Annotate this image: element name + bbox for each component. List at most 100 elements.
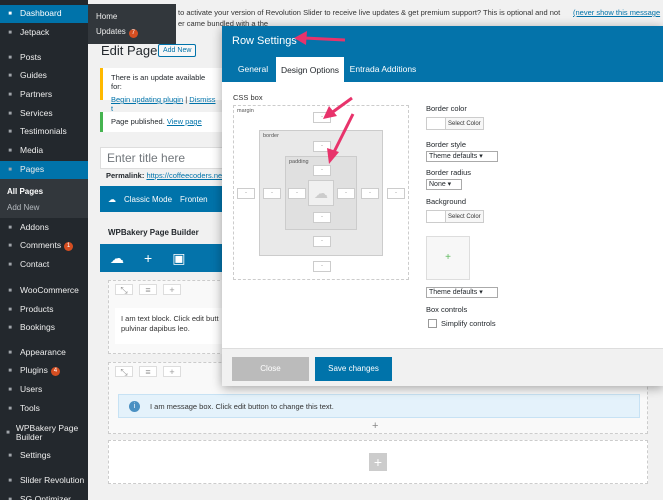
sidebar-item-woocommerce[interactable]: ■ WooCommerce [0, 282, 88, 300]
sidebar-item-plugins[interactable]: ■ Plugins 4 [0, 362, 88, 380]
sidebar-item-users[interactable]: ■ Users [0, 381, 88, 399]
add-column-icon[interactable]: + [163, 284, 181, 295]
view-page-link[interactable]: View page [167, 117, 202, 126]
tab-entrada-additions[interactable]: Entrada Additions [347, 55, 419, 82]
sidebar-item-label: Contact [20, 259, 50, 270]
row-two-controls: ⤡ ≡ + [115, 366, 181, 377]
guides-icon: ■ [8, 73, 12, 79]
submenu-all-pages[interactable]: All Pages [0, 184, 88, 198]
submenu-add-new[interactable]: Add New [0, 200, 88, 214]
sidebar-item-contact[interactable]: ■ Contact [0, 256, 88, 274]
sidebar-item-jetpack[interactable]: ■ Jetpack [0, 24, 88, 42]
testimonials-icon: ■ [8, 129, 12, 135]
sidebar-item-label: Partners [20, 89, 53, 100]
sidebar-item-comments[interactable]: ■ Comments 1 [0, 237, 88, 255]
background-color-picker[interactable]: Select Color [426, 210, 484, 223]
flyout-updates[interactable]: Updates 7 [96, 27, 138, 38]
background-image-add-icon[interactable]: + [426, 236, 470, 280]
message-box[interactable]: i I am message box. Click edit button to… [118, 394, 640, 418]
border-radius-select[interactable]: None ▾ [426, 179, 462, 190]
add-column-icon[interactable]: + [163, 366, 181, 377]
sidebar-item-dashboard[interactable]: ■ Dashboard [0, 5, 88, 23]
sidebar-item-pages[interactable]: ■ Pages [0, 161, 88, 179]
margin-left-input[interactable]: - [237, 188, 255, 199]
sidebar-item-services[interactable]: ■ Services [0, 105, 88, 123]
add-new-button[interactable]: Add New [158, 44, 197, 57]
sidebar-item-label: WooCommerce [20, 285, 79, 296]
published-notice: Page published. View page [100, 112, 225, 132]
border-left-input[interactable]: - [263, 188, 281, 199]
close-button[interactable]: Close [232, 357, 309, 381]
sidebar-item-addons[interactable]: ■ Addons [0, 219, 88, 237]
drag-handle-icon[interactable]: ≡ [139, 284, 157, 295]
padding-right-input[interactable]: - [337, 188, 355, 199]
background-label: Background [426, 197, 467, 206]
sidebar-item-posts[interactable]: ■ Posts [0, 49, 88, 67]
margin-right-input[interactable]: - [387, 188, 405, 199]
services-icon: ■ [8, 111, 12, 117]
frontend-button[interactable]: Fronten [180, 195, 208, 204]
add-row-button[interactable]: + [369, 453, 387, 471]
permalink-url[interactable]: https://coffeecoders.net [146, 171, 224, 180]
flyout-home[interactable]: Home [96, 12, 117, 21]
wpbakery-icon: ☁ [108, 194, 116, 204]
sidebar-item-label: Tools [20, 403, 40, 414]
pin-icon: ■ [8, 55, 12, 61]
sidebar-item-wpbakery-page-builder[interactable]: ■ WPBakery Page Builder [0, 419, 88, 447]
padding-left-input[interactable]: - [288, 188, 306, 199]
sidebar-item-products[interactable]: ■ Products [0, 301, 88, 319]
background-style-select[interactable]: Theme defaults ▾ [426, 287, 498, 298]
plugin-icon: ■ [8, 368, 12, 374]
move-icon[interactable]: ⤡ [115, 284, 133, 295]
begin-update-link[interactable]: Begin updating plugin [111, 95, 183, 104]
sidebar-item-label: Settings [20, 450, 51, 461]
border-right-input[interactable]: - [361, 188, 379, 199]
sidebar-item-media[interactable]: ■ Media [0, 142, 88, 160]
modal-footer: Close Save changes [222, 348, 663, 386]
sidebar-item-label: Addons [20, 222, 49, 233]
border-bottom-input[interactable]: - [313, 236, 331, 247]
border-color-label: Border color [426, 104, 467, 113]
simplify-controls-label: Simplify controls [441, 319, 496, 328]
sidebar-item-partners[interactable]: ■ Partners [0, 86, 88, 104]
dismiss-link[interactable]: (never show this message [573, 8, 660, 17]
sidebar-item-label: Pages [20, 164, 45, 175]
sidebar-item-settings[interactable]: ■ Settings [0, 447, 88, 465]
wpbakery-logo-icon[interactable]: ☁ [110, 250, 124, 267]
sidebar-item-sg-optimizer[interactable]: ■ SG Optimizer [0, 491, 88, 500]
title-input[interactable]: Enter title here [100, 147, 225, 169]
users-icon: ■ [8, 387, 12, 393]
row-controls: ⤡ ≡ + [115, 284, 181, 295]
border-style-select[interactable]: Theme defaults ▾ [426, 151, 498, 162]
move-icon[interactable]: ⤡ [115, 366, 133, 377]
sidebar-item-appearance[interactable]: ■ Appearance [0, 344, 88, 362]
modal-tabs: General Design Options Entrada Additions [222, 55, 663, 82]
sidebar-item-slider-revolution[interactable]: ■ Slider Revolution [0, 472, 88, 490]
pages-icon: ■ [8, 167, 12, 173]
sidebar-item-tools[interactable]: ■ Tools [0, 400, 88, 418]
sidebar-item-label: Services [20, 108, 53, 119]
box-controls-label: Box controls [426, 305, 468, 314]
drag-handle-icon[interactable]: ≡ [139, 366, 157, 377]
border-color-picker[interactable]: Select Color [426, 117, 484, 130]
save-changes-button[interactable]: Save changes [315, 357, 392, 381]
tab-design-options[interactable]: Design Options [276, 55, 344, 82]
add-element-icon[interactable]: + [144, 250, 152, 266]
sidebar-item-label: Plugins [20, 365, 48, 376]
simplify-controls-checkbox[interactable] [428, 319, 437, 328]
border-radius-label: Border radius [426, 168, 472, 177]
sidebar-item-bookings[interactable]: ■ Bookings [0, 319, 88, 337]
classic-mode-button[interactable]: Classic Mode [124, 195, 172, 204]
modal-title: Row Settings [222, 26, 663, 55]
media-icon: ■ [8, 148, 12, 154]
tab-general[interactable]: General [232, 55, 274, 82]
add-element-plus-icon[interactable]: + [372, 420, 378, 432]
padding-bottom-input[interactable]: - [313, 212, 331, 223]
template-icon[interactable]: ▣ [172, 250, 185, 267]
sidebar-item-testimonials[interactable]: ■ Testimonials [0, 123, 88, 141]
text-block[interactable]: I am text block. Click edit butt pulvina… [115, 308, 225, 344]
margin-bottom-input[interactable]: - [313, 261, 331, 272]
info-icon: i [129, 400, 140, 412]
sidebar-item-guides[interactable]: ■ Guides [0, 67, 88, 85]
sidebar-item-label: Posts [20, 52, 42, 63]
